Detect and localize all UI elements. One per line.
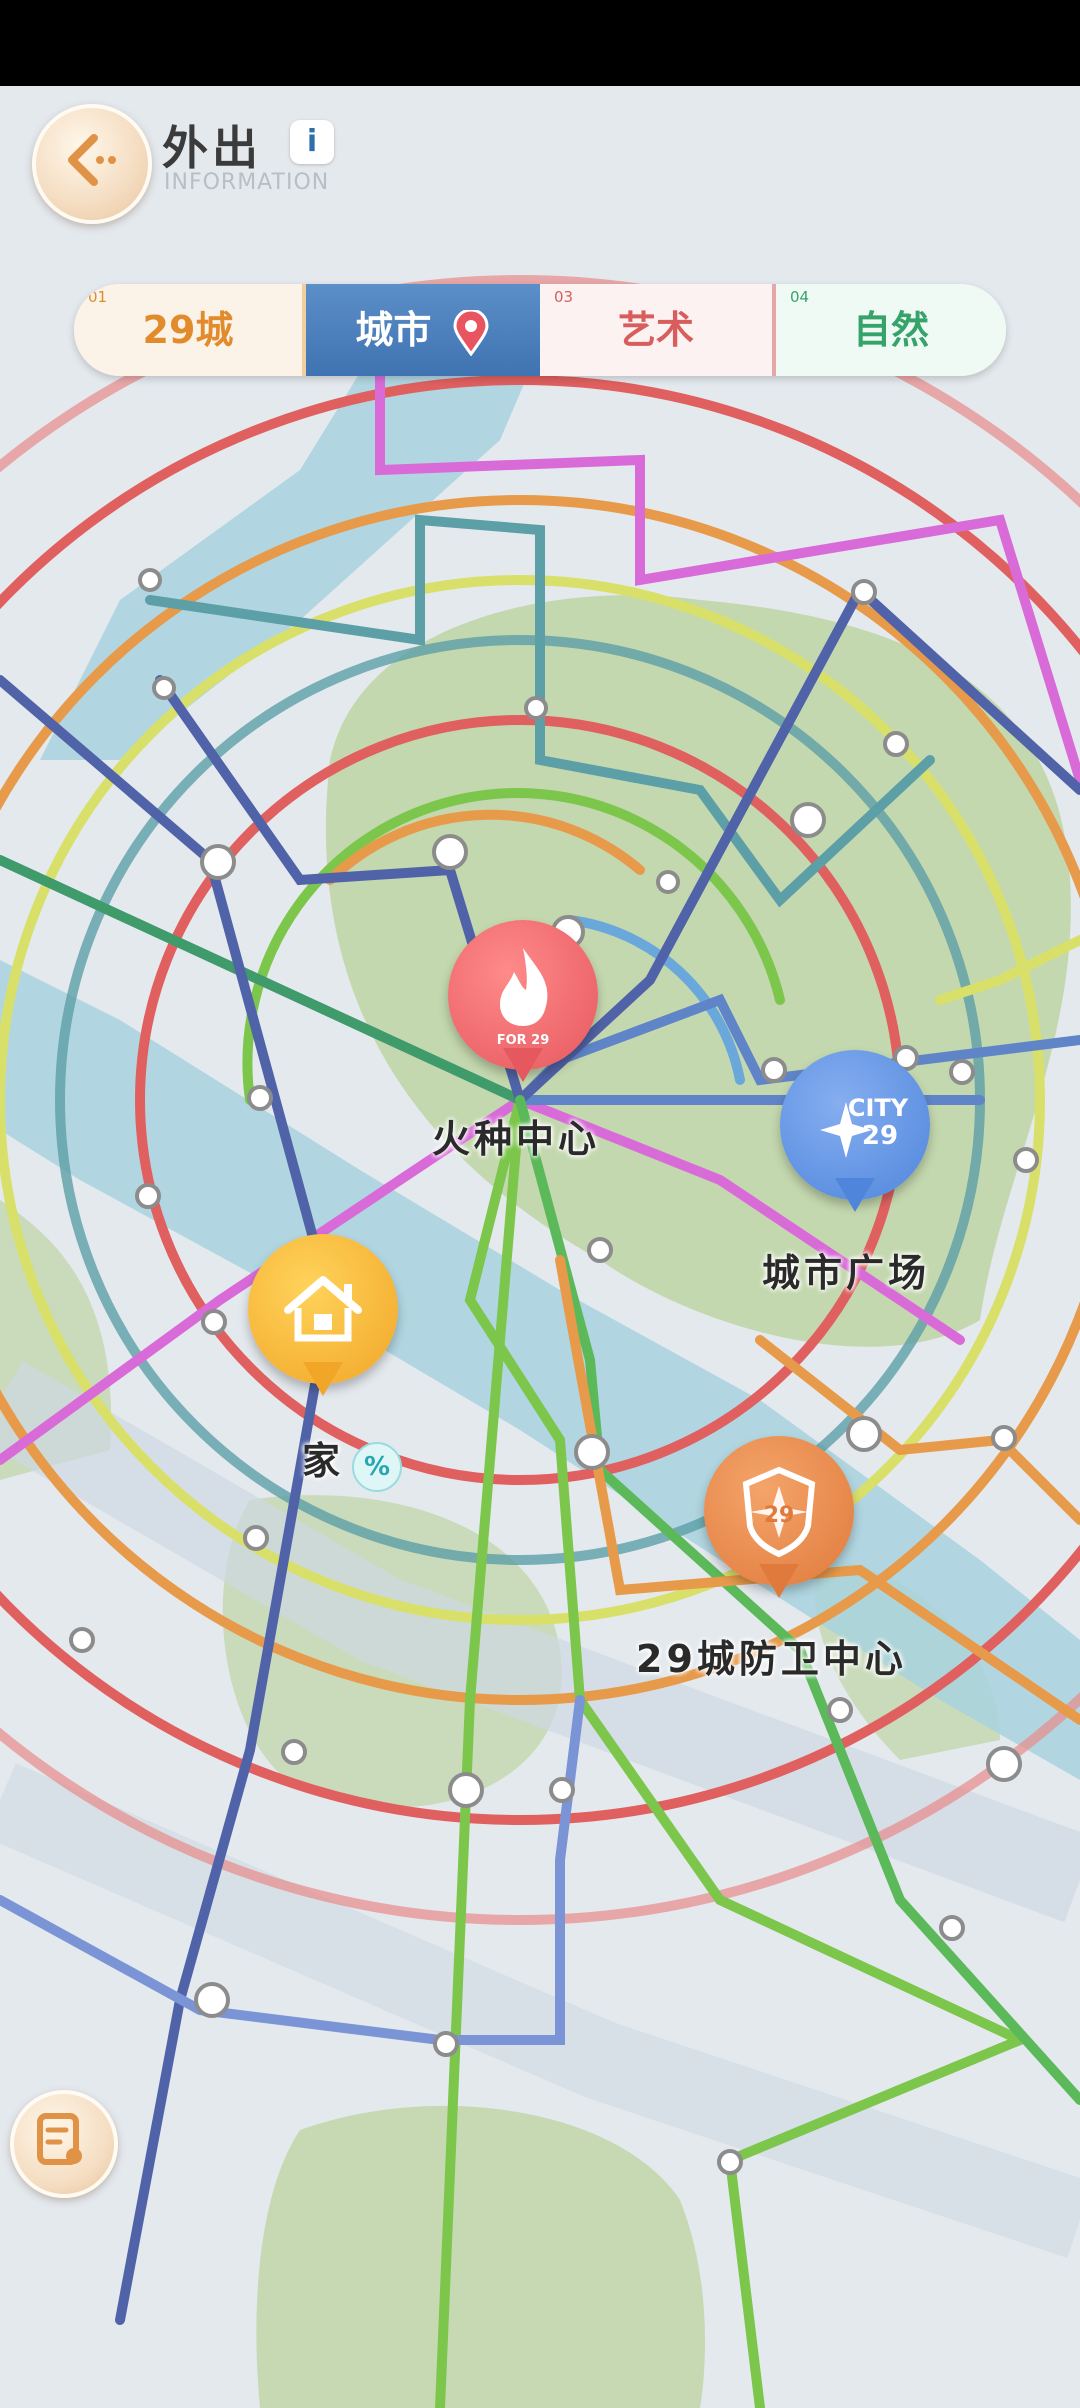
info-icon[interactable]: i — [290, 120, 334, 164]
map-note-icon — [37, 2113, 82, 2165]
flame-icon: FOR 29 — [497, 948, 550, 1048]
svg-text:FOR 29: FOR 29 — [497, 1033, 550, 1048]
page-subtitle: INFORMATION — [164, 170, 330, 195]
shield-icon: 29 — [742, 1466, 816, 1558]
status-bar — [0, 0, 1080, 86]
tab-art[interactable]: 03 艺术 — [540, 284, 776, 376]
svg-text:29: 29 — [764, 1503, 795, 1528]
city-plaza-label[interactable]: 城市广场 — [762, 1242, 930, 1297]
tab-29-city[interactable]: 01 29城 — [74, 284, 308, 376]
page-title: 外出 — [162, 121, 262, 175]
tab-number: 04 — [790, 288, 810, 306]
discount-icon[interactable]: % — [352, 1442, 402, 1492]
home-label[interactable]: 家 — [302, 1430, 344, 1485]
tab-label: 自然 — [852, 308, 929, 352]
defense-center-label[interactable]: 29城防卫中心 — [636, 1628, 907, 1683]
defense-center-pin[interactable]: 29 — [704, 1436, 854, 1598]
tab-number: 03 — [554, 288, 574, 306]
house-icon — [284, 1276, 362, 1342]
svg-text:29: 29 — [862, 1121, 898, 1151]
svg-text:CITY: CITY — [848, 1094, 909, 1122]
tab-city[interactable]: 城市 — [306, 284, 540, 376]
tab-number: 01 — [88, 288, 108, 306]
fire-center-pin[interactable]: FOR 29 — [448, 920, 598, 1082]
back-button[interactable] — [32, 104, 152, 224]
tab-label: 艺术 — [617, 308, 694, 352]
tab-label: 城市 — [355, 308, 432, 352]
home-pin[interactable] — [248, 1234, 398, 1396]
park-area — [256, 2105, 705, 2408]
map-note-button[interactable] — [10, 2090, 118, 2198]
back-arrow-icon — [68, 134, 116, 186]
category-tabs: 01 29城 城市 03 艺术 04 自然 — [74, 284, 1006, 376]
location-pin-icon — [453, 308, 489, 357]
tab-label: 29城 — [142, 308, 234, 352]
city-badge-icon: CITY 29 — [820, 1094, 909, 1158]
city-plaza-pin[interactable]: CITY 29 — [780, 1050, 930, 1212]
tab-nature[interactable]: 04 自然 — [776, 284, 1006, 376]
fire-center-label[interactable]: 火种中心 — [432, 1108, 600, 1163]
